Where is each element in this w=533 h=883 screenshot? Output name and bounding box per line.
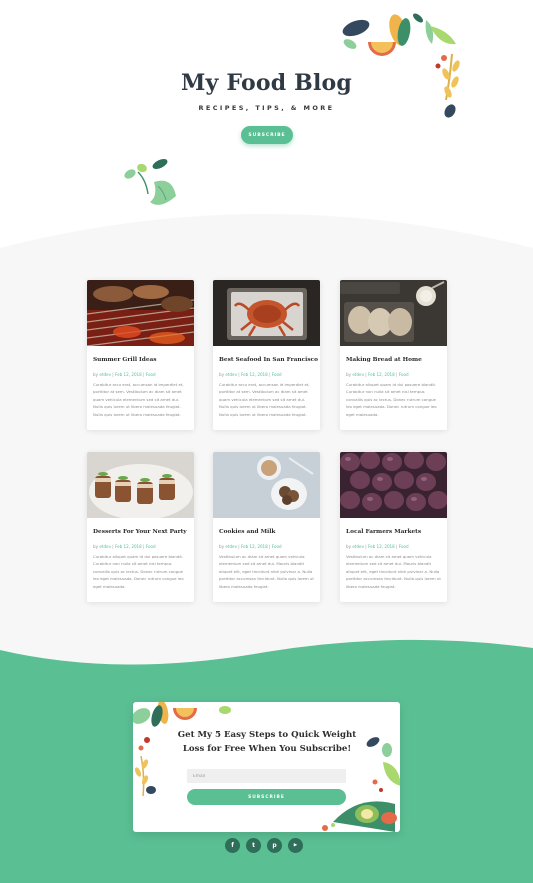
post-meta: by etdev | Feb 12, 2018 | Food [219, 372, 282, 377]
post-meta: by etdev | Feb 12, 2018 | Food [93, 372, 156, 377]
post-date: Feb 12, 2018 [114, 544, 142, 549]
dessert-photo [87, 452, 194, 518]
post-date: Feb 12, 2018 [114, 372, 142, 377]
post-excerpt: Vestibulum ac diam sit amet quam vehicul… [219, 554, 314, 589]
post-card[interactable]: Cookies and Milk by etdev | Feb 12, 2018… [213, 452, 320, 602]
cookies-photo [213, 452, 320, 518]
post-card[interactable]: Desserts For Your Next Party by etdev | … [87, 452, 194, 602]
post-meta: by etdev | Feb 12, 2018 | Food [346, 544, 409, 549]
post-date: Feb 12, 2018 [367, 372, 395, 377]
youtube-icon[interactable]: ▶ [288, 838, 303, 853]
post-card[interactable]: Best Seafood In San Francisco by etdev |… [213, 280, 320, 430]
post-title[interactable]: Local Farmers Markets [346, 529, 442, 535]
twitter-icon[interactable]: t [246, 838, 261, 853]
post-author-link[interactable]: etdev [352, 372, 364, 377]
post-title[interactable]: Making Bread at Home [346, 357, 442, 363]
post-title[interactable]: Cookies and Milk [219, 529, 315, 535]
post-category-link[interactable]: Food [399, 544, 409, 549]
pinterest-icon[interactable]: p [267, 838, 282, 853]
post-author-link[interactable]: etdev [352, 544, 364, 549]
bread-photo [340, 280, 447, 346]
post-author-link[interactable]: etdev [99, 544, 111, 549]
figs-photo [340, 452, 447, 518]
blog-tagline: RECIPES, TIPS, & MORE [198, 104, 335, 112]
email-field[interactable] [187, 769, 346, 783]
crab-photo [213, 280, 320, 346]
post-title[interactable]: Summer Grill Ideas [93, 357, 189, 363]
post-date: Feb 12, 2018 [240, 372, 268, 377]
post-title[interactable]: Desserts For Your Next Party [93, 529, 189, 535]
post-card[interactable]: Local Farmers Markets by etdev | Feb 12,… [340, 452, 447, 602]
post-category-link[interactable]: Food [146, 372, 156, 377]
facebook-icon[interactable]: f [225, 838, 240, 853]
optin-box: Get My 5 Easy Steps to Quick Weight Loss… [133, 702, 400, 832]
post-meta: by etdev | Feb 12, 2018 | Food [93, 544, 156, 549]
post-date: Feb 12, 2018 [240, 544, 268, 549]
social-links: f t p ▶ [0, 838, 533, 854]
post-category-link[interactable]: Food [399, 372, 409, 377]
post-meta: by etdev | Feb 12, 2018 | Food [219, 544, 282, 549]
post-date: Feb 12, 2018 [367, 544, 395, 549]
post-card[interactable]: Summer Grill Ideas by etdev | Feb 12, 20… [87, 280, 194, 430]
post-meta: by etdev | Feb 12, 2018 | Food [346, 372, 409, 377]
post-excerpt: Curabitur aliquet quam id dui posuere bl… [346, 382, 437, 417]
optin-subscribe-button[interactable]: SUBSCRIBE [187, 789, 346, 805]
grill-photo [87, 280, 194, 346]
post-author-link[interactable]: etdev [99, 372, 111, 377]
post-author-link[interactable]: etdev [225, 544, 237, 549]
post-title[interactable]: Best Seafood In San Francisco [219, 357, 318, 363]
post-excerpt: Curabitur arcu erat, accumsan id imperdi… [93, 382, 184, 417]
post-category-link[interactable]: Food [272, 372, 282, 377]
hero-subscribe-button[interactable]: SUBSCRIBE [241, 126, 293, 144]
post-category-link[interactable]: Food [146, 544, 156, 549]
post-excerpt: Curabitur arcu erat, accumsan id imperdi… [219, 382, 310, 417]
post-card[interactable]: Making Bread at Home by etdev | Feb 12, … [340, 280, 447, 430]
post-excerpt: Curabitur aliquet quam id dui posuere bl… [93, 554, 184, 589]
blog-title: My Food Blog [180, 70, 352, 96]
post-excerpt: Vestibulum ac diam sit amet quam vehicul… [346, 554, 441, 589]
post-category-link[interactable]: Food [272, 544, 282, 549]
optin-title: Get My 5 Easy Steps to Quick Weight Loss… [177, 730, 357, 754]
post-author-link[interactable]: etdev [225, 372, 237, 377]
